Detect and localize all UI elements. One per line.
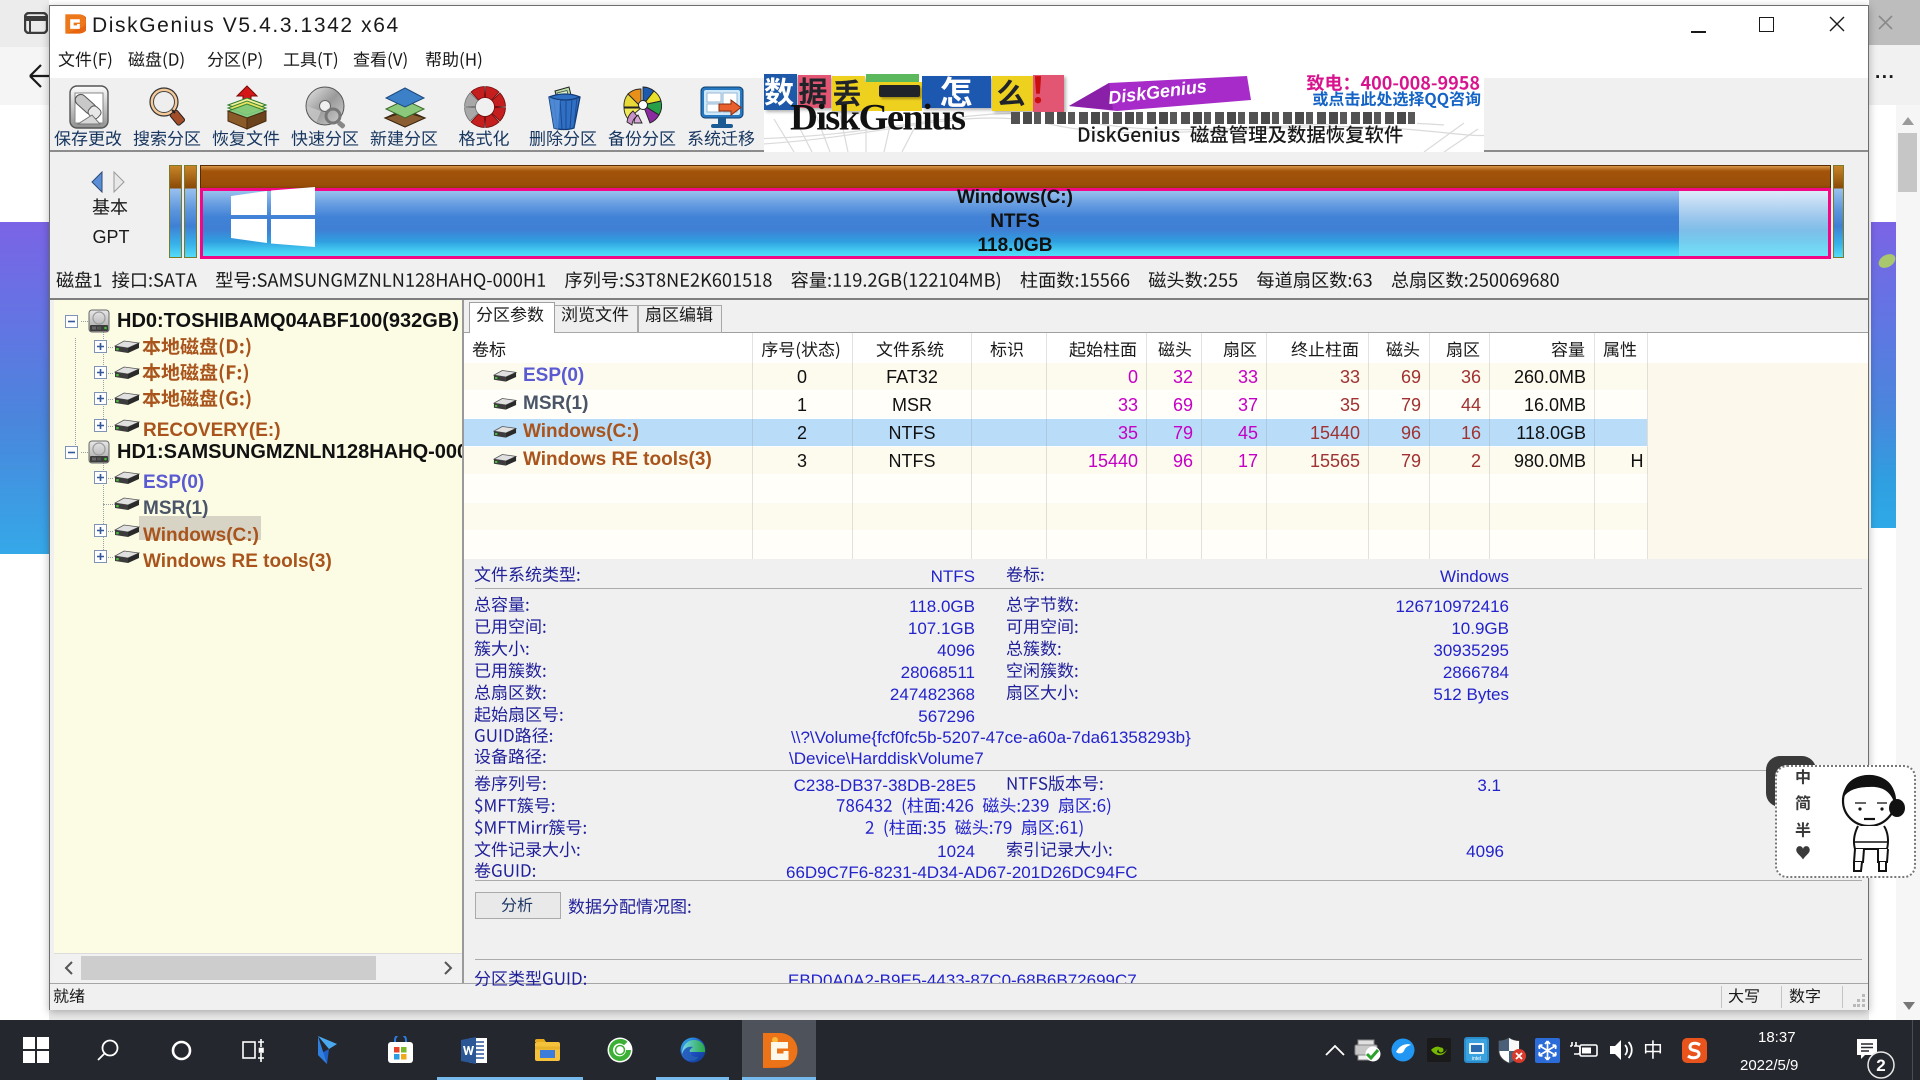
svg-text:2: 2	[1876, 1056, 1885, 1075]
svg-text:intel: intel	[1472, 1056, 1481, 1062]
